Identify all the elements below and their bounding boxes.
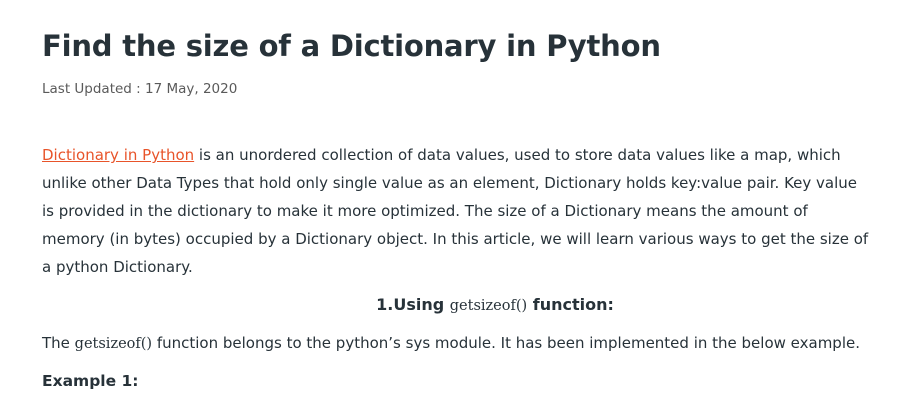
section-heading-code: getsizeof()	[449, 298, 528, 314]
example-label: Example 1:	[42, 372, 139, 390]
section-heading-suffix: function:	[527, 295, 614, 314]
last-updated-date: Last Updated : 17 May, 2020	[42, 81, 238, 97]
dictionary-in-python-link[interactable]: Dictionary in Python	[42, 146, 194, 164]
article-title: Find the size of a Dictionary in Python	[42, 29, 661, 63]
intro-text: is an unordered collection of data value…	[42, 146, 869, 276]
description-code: getsizeof()	[74, 336, 153, 352]
section-heading-prefix: 1.Using	[376, 295, 450, 314]
description-suffix: function belongs to the python’s sys mod…	[152, 334, 860, 352]
intro-paragraph: Dictionary in Python is an unordered col…	[42, 141, 872, 281]
description-prefix: The	[42, 334, 75, 352]
section-heading-getsizeof: 1.Using getsizeof() function:	[42, 291, 903, 320]
description-paragraph: The getsizeof() function belongs to the …	[42, 329, 872, 358]
